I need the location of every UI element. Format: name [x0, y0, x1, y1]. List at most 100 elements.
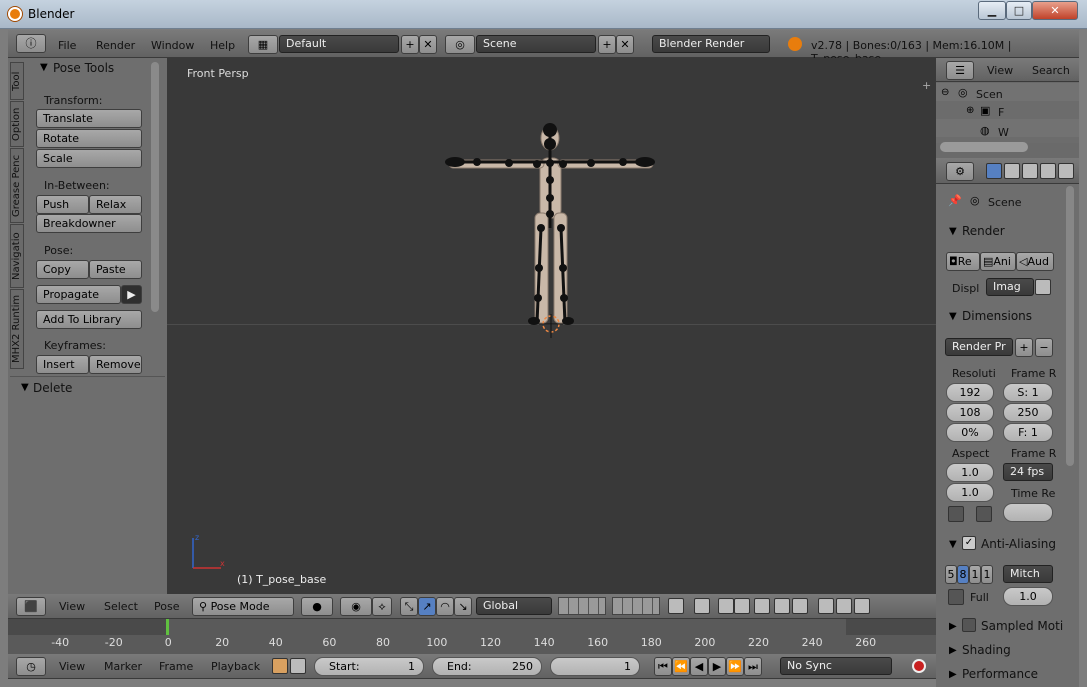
pivot-toggle-icon[interactable]: ⟡: [372, 597, 392, 616]
aa-samples-11-button[interactable]: 1: [969, 565, 981, 584]
propagate-button[interactable]: Propagate: [36, 285, 121, 304]
jump-start-icon[interactable]: ⏮: [654, 657, 672, 676]
shading-panel-title[interactable]: Shading: [962, 643, 1011, 657]
expand-arrow-icon[interactable]: ▶: [949, 645, 957, 656]
collapse-arrow-icon[interactable]: ▼: [40, 62, 48, 73]
anti-aliasing-panel-title[interactable]: Anti-Aliasing: [981, 537, 1056, 551]
tab-option[interactable]: Option: [10, 101, 24, 147]
start-frame-field[interactable]: Start: 1: [314, 657, 424, 676]
rotate-manipulator-icon[interactable]: ◠: [436, 597, 454, 616]
frame-end-field[interactable]: 250: [1003, 403, 1053, 422]
render-animation-icon[interactable]: [792, 598, 808, 614]
propagate-menu-arrow-icon[interactable]: ▶: [121, 285, 142, 304]
aa-samples-8-button[interactable]: 8: [957, 565, 969, 584]
tab-mhx2-runtime[interactable]: MHX2 Runtim: [10, 289, 24, 369]
menu-pose[interactable]: Pose: [154, 600, 179, 613]
translate-button[interactable]: Translate: [36, 109, 142, 128]
tab-grease-pencil[interactable]: Grease Penc: [10, 148, 24, 223]
viewport-plus-icon[interactable]: +: [922, 80, 932, 91]
border-checkbox[interactable]: [948, 506, 964, 522]
current-frame-marker[interactable]: [166, 619, 169, 635]
pose-tools-title[interactable]: Pose Tools: [53, 61, 114, 75]
add-preset-icon[interactable]: +: [1015, 338, 1033, 357]
preview-range-icon[interactable]: [272, 658, 288, 674]
render-audio-button[interactable]: ◁Aud: [1016, 252, 1054, 271]
expand-arrow-icon[interactable]: ▶: [949, 669, 957, 680]
scene-icon[interactable]: ◎: [445, 35, 475, 54]
current-frame-field[interactable]: 1: [550, 657, 640, 676]
copy-pose-icon[interactable]: [818, 598, 834, 614]
add-layout-icon[interactable]: +: [401, 35, 419, 54]
lock-interface-icon[interactable]: [1035, 279, 1051, 295]
motion-blur-checkbox[interactable]: [962, 618, 976, 632]
aa-samples-5-button[interactable]: 5: [945, 565, 957, 584]
aa-samples-16-button[interactable]: 1: [981, 565, 993, 584]
frame-start-field[interactable]: S: 1: [1003, 383, 1053, 402]
expand-toggle-icon[interactable]: ⊖: [941, 87, 949, 98]
layout-icon[interactable]: ▦: [248, 35, 278, 54]
properties-editor-type-icon[interactable]: ⚙: [946, 162, 974, 181]
render-context-icon[interactable]: [986, 163, 1002, 179]
delete-panel-title[interactable]: Delete: [33, 381, 72, 395]
rotate-button[interactable]: Rotate: [36, 129, 142, 148]
scale-manipulator-icon[interactable]: ↘: [454, 597, 472, 616]
collapse-arrow-icon[interactable]: ▼: [949, 226, 957, 237]
display-select[interactable]: Imag: [986, 278, 1034, 296]
outliner-editor-type-icon[interactable]: ☰: [946, 61, 974, 80]
timeline-menu-playback[interactable]: Playback: [211, 660, 260, 673]
remove-layout-icon[interactable]: ✕: [419, 35, 437, 54]
render-image-icon[interactable]: [774, 598, 790, 614]
copy-pose-button[interactable]: Copy: [36, 260, 89, 279]
dimensions-panel-title[interactable]: Dimensions: [962, 309, 1032, 323]
timeline-menu-frame[interactable]: Frame: [159, 660, 193, 673]
layers-grid-b[interactable]: [612, 597, 660, 615]
3d-viewport[interactable]: Front Persp + z x (1) T_pose_base: [167, 58, 936, 594]
pin-icon[interactable]: 📌: [948, 194, 962, 207]
menu-render[interactable]: Render: [96, 39, 135, 52]
add-scene-icon[interactable]: +: [598, 35, 616, 54]
menu-file[interactable]: File: [58, 39, 76, 52]
outliner-h-scrollbar[interactable]: [940, 142, 1028, 152]
breakdowner-button[interactable]: Breakdowner: [36, 214, 142, 233]
snap-element-icon[interactable]: [734, 598, 750, 614]
snap-toggle-icon[interactable]: [718, 598, 734, 614]
collapse-arrow-icon[interactable]: ▼: [21, 382, 29, 393]
resolution-percent-field[interactable]: 0%: [946, 423, 994, 442]
layout-field[interactable]: Default: [279, 35, 399, 53]
insert-keyframe-button[interactable]: Insert: [36, 355, 89, 374]
outliner-world-item[interactable]: W: [998, 126, 1009, 139]
frame-step-field[interactable]: F: 1: [1003, 423, 1053, 442]
editor-type-timeline-icon[interactable]: ◷: [16, 657, 46, 676]
shading-select-icon[interactable]: ●: [301, 597, 333, 616]
expand-arrow-icon[interactable]: ▶: [949, 621, 957, 632]
mode-select[interactable]: ⚲ Pose Mode: [192, 597, 294, 616]
resolution-x-field[interactable]: 192: [946, 383, 994, 402]
remove-keyframe-button[interactable]: Remove: [89, 355, 142, 374]
lock-layers-icon[interactable]: [668, 598, 684, 614]
timeline[interactable]: -40 -20 0 20 40 60 80 100 120 140 160 180 200 220 240 2…: [8, 619, 936, 654]
render-layers-context-icon[interactable]: [1004, 163, 1020, 179]
full-sample-checkbox[interactable]: [948, 589, 964, 605]
sync-mode-select[interactable]: No Sync: [780, 657, 892, 675]
pivot-select-icon[interactable]: ◉: [340, 597, 372, 616]
add-to-library-button[interactable]: Add To Library: [36, 310, 142, 329]
editor-type-3d-icon[interactable]: ⬛: [16, 597, 46, 616]
crop-checkbox[interactable]: [976, 506, 992, 522]
tab-navigation[interactable]: Navigatio: [10, 224, 24, 288]
play-reverse-icon[interactable]: ◀: [690, 657, 708, 676]
frame-rate-select[interactable]: 24 fps: [1003, 463, 1053, 481]
aa-filter-size-field[interactable]: 1.0: [1003, 587, 1053, 606]
render-image-button[interactable]: ◘Re: [946, 252, 980, 271]
auto-keyframe-record-icon[interactable]: [912, 659, 926, 673]
tab-tool[interactable]: Tool: [10, 62, 24, 100]
time-remap-field[interactable]: [1003, 503, 1053, 522]
aspect-x-field[interactable]: 1.0: [946, 463, 994, 482]
timeline-menu-marker[interactable]: Marker: [104, 660, 142, 673]
scene-field[interactable]: Scene: [476, 35, 596, 53]
remove-scene-icon[interactable]: ✕: [616, 35, 634, 54]
resolution-y-field[interactable]: 108: [946, 403, 994, 422]
collapse-arrow-icon[interactable]: ▼: [949, 311, 957, 322]
render-panel-title[interactable]: Render: [962, 224, 1005, 238]
object-context-icon[interactable]: [1058, 163, 1074, 179]
remove-preset-icon[interactable]: −: [1035, 338, 1053, 357]
